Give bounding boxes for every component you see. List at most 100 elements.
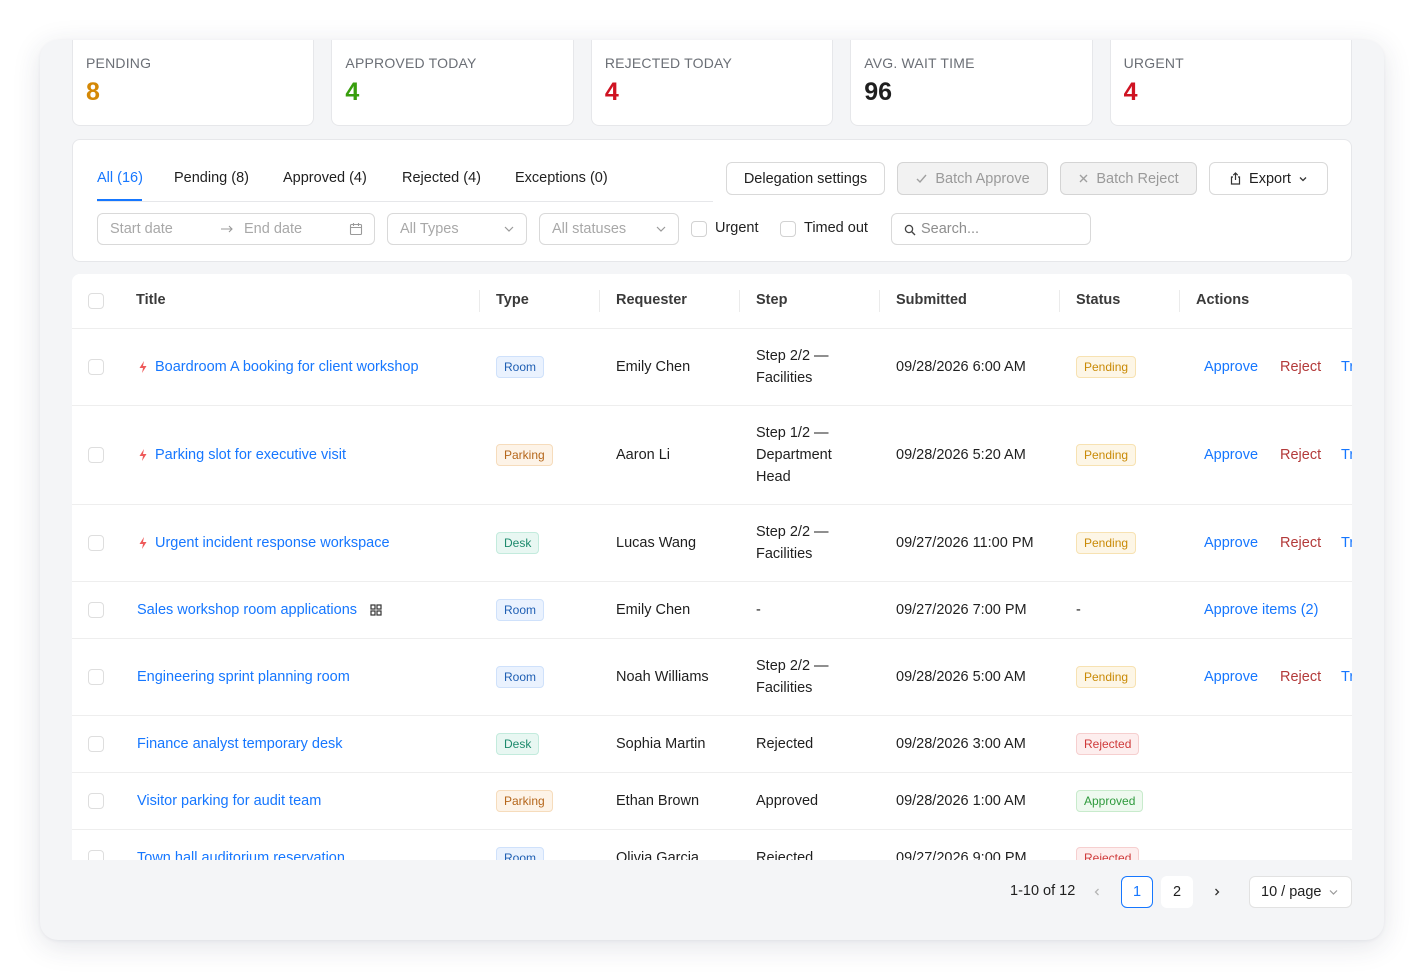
stat-rejected-today: REJECTED TODAY 4 <box>590 40 834 126</box>
timed-out-checkbox-label[interactable]: Timed out <box>804 220 868 236</box>
approve-items-link[interactable]: Approve items (2) <box>1204 599 1318 621</box>
page-1-button[interactable]: 1 <box>1121 876 1153 908</box>
chevron-down-icon <box>1298 174 1308 184</box>
submitted-cell: 09/27/2026 11:00 PM <box>896 535 1034 551</box>
tab-exceptions[interactable]: Exceptions (0) <box>515 170 608 186</box>
column-divider <box>599 290 600 312</box>
stat-label: PENDING <box>86 55 152 71</box>
approvals-frame: PENDING 8 APPROVED TODAY 4 REJECTED TODA… <box>40 40 1384 940</box>
row-checkbox[interactable] <box>88 850 104 860</box>
requester-cell: Emily Chen <box>616 359 691 375</box>
submitted-cell: 09/28/2026 5:20 AM <box>896 447 1026 463</box>
urgent-checkbox-label[interactable]: Urgent <box>715 220 759 236</box>
stat-label: URGENT <box>1123 55 1184 71</box>
type-cell: Desk <box>496 532 540 554</box>
batch-approve-label: Batch Approve <box>935 170 1030 187</box>
reject-link[interactable]: Reject <box>1280 444 1321 466</box>
submitted-cell: 09/28/2026 1:00 AM <box>896 793 1026 809</box>
batch-reject-label: Batch Reject <box>1096 170 1179 187</box>
row-checkbox[interactable] <box>88 793 104 809</box>
table-row[interactable]: Sales workshop room applications Room Emil… <box>72 582 1352 639</box>
row-checkbox[interactable] <box>88 669 104 685</box>
status-badge: Pending <box>1076 444 1137 466</box>
column-divider <box>1059 290 1060 312</box>
status-badge: Pending <box>1076 666 1137 688</box>
column-header-status: Status <box>1076 292 1121 308</box>
stat-avg-wait-time: AVG. WAIT TIME 96 <box>850 40 1093 126</box>
status-badge: Pending <box>1076 532 1137 554</box>
table-header: Title Type Requester Step Submitted Stat… <box>72 274 1352 329</box>
request-title-link[interactable]: Parking slot for executive visit <box>155 444 346 466</box>
chevron-down-icon <box>1328 887 1339 898</box>
request-title-link[interactable]: Engineering sprint planning room <box>137 666 350 688</box>
step-cell: Step 1/2 — Department Head <box>756 425 832 485</box>
approve-link[interactable]: Approve <box>1204 444 1258 466</box>
row-checkbox[interactable] <box>88 602 104 618</box>
select-all-checkbox[interactable] <box>88 293 104 309</box>
stats-row: PENDING 8 APPROVED TODAY 4 REJECTED TODA… <box>72 40 1353 126</box>
transfer-link[interactable]: Tr <box>1341 532 1352 554</box>
submitted-cell: 09/28/2026 5:00 AM <box>896 669 1026 685</box>
request-title-link[interactable]: Urgent incident response workspace <box>155 532 390 554</box>
search-box[interactable]: Search... <box>891 213 1091 245</box>
approve-link[interactable]: Approve <box>1204 356 1258 378</box>
tab-rejected[interactable]: Rejected (4) <box>402 170 481 186</box>
approve-link[interactable]: Approve <box>1204 666 1258 688</box>
urgent-bolt-icon <box>138 449 148 462</box>
status-cell: Pending <box>1076 666 1137 688</box>
tab-approved[interactable]: Approved (4) <box>283 170 367 186</box>
urgent-checkbox[interactable] <box>691 221 707 237</box>
tab-pending[interactable]: Pending (8) <box>174 170 249 186</box>
row-checkbox[interactable] <box>88 447 104 463</box>
request-title-link[interactable]: Sales workshop room applications <box>137 599 357 621</box>
row-checkbox[interactable] <box>88 359 104 375</box>
timed-out-checkbox[interactable] <box>780 221 796 237</box>
date-range-picker[interactable]: Start date End date <box>97 213 375 245</box>
request-title-link[interactable]: Visitor parking for audit team <box>137 790 321 812</box>
status-select[interactable]: All statuses <box>539 213 679 245</box>
type-cell: Parking <box>496 790 553 812</box>
requester-cell: Lucas Wang <box>616 535 697 551</box>
chevron-down-icon <box>503 223 515 235</box>
tab-all[interactable]: All (16) <box>97 170 143 186</box>
type-cell: Parking <box>496 444 553 466</box>
search-input[interactable]: Search... <box>921 221 979 237</box>
reject-link[interactable]: Reject <box>1280 356 1321 378</box>
row-checkbox[interactable] <box>88 535 104 551</box>
approve-link[interactable]: Approve <box>1204 532 1258 554</box>
row-checkbox[interactable] <box>88 736 104 752</box>
next-page-button[interactable] <box>1201 876 1233 908</box>
transfer-link[interactable]: Tr <box>1341 444 1352 466</box>
urgent-bolt-icon <box>138 361 148 374</box>
transfer-link[interactable]: Tr <box>1341 356 1352 378</box>
batch-reject-button[interactable]: Batch Reject <box>1060 162 1197 195</box>
request-title-link[interactable]: Boardroom A booking for client workshop <box>155 356 419 378</box>
page-size-select[interactable]: 10 / page <box>1249 876 1352 908</box>
column-divider <box>1179 290 1180 312</box>
page-2-button[interactable]: 2 <box>1161 876 1193 908</box>
table-row[interactable]: Town hall auditorium reservation Room Oliv… <box>72 830 1352 860</box>
type-tag: Room <box>496 599 545 621</box>
table-row[interactable]: Parking slot for executive visit Parking A… <box>72 406 1352 505</box>
batch-approve-button[interactable]: Batch Approve <box>897 162 1048 195</box>
table-row[interactable]: Engineering sprint planning room Room Noah… <box>72 639 1352 716</box>
stat-value: 4 <box>345 78 360 106</box>
status-cell: Rejected <box>1076 733 1140 755</box>
export-button[interactable]: Export <box>1209 162 1328 195</box>
table-row[interactable]: Urgent incident response workspace Desk Lu… <box>72 505 1352 582</box>
requester-cell: Olivia Garcia <box>616 850 699 860</box>
table-row[interactable]: Visitor parking for audit team Parking Eth… <box>72 773 1352 830</box>
request-title-link[interactable]: Town hall auditorium reservation <box>137 847 345 860</box>
transfer-link[interactable]: Tr <box>1341 666 1352 688</box>
prev-page-button[interactable] <box>1081 876 1113 908</box>
step-cell: Step 2/2 — Facilities <box>756 658 829 696</box>
type-select[interactable]: All Types <box>387 213 527 245</box>
filter-panel: All (16) Pending (8) Approved (4) Reject… <box>72 139 1352 262</box>
group-grid-icon <box>370 604 382 616</box>
request-title-link[interactable]: Finance analyst temporary desk <box>137 733 343 755</box>
table-row[interactable]: Finance analyst temporary desk Desk Sophia… <box>72 716 1352 773</box>
table-row[interactable]: Boardroom A booking for client workshop R… <box>72 329 1352 406</box>
reject-link[interactable]: Reject <box>1280 532 1321 554</box>
reject-link[interactable]: Reject <box>1280 666 1321 688</box>
delegation-settings-button[interactable]: Delegation settings <box>726 162 885 195</box>
